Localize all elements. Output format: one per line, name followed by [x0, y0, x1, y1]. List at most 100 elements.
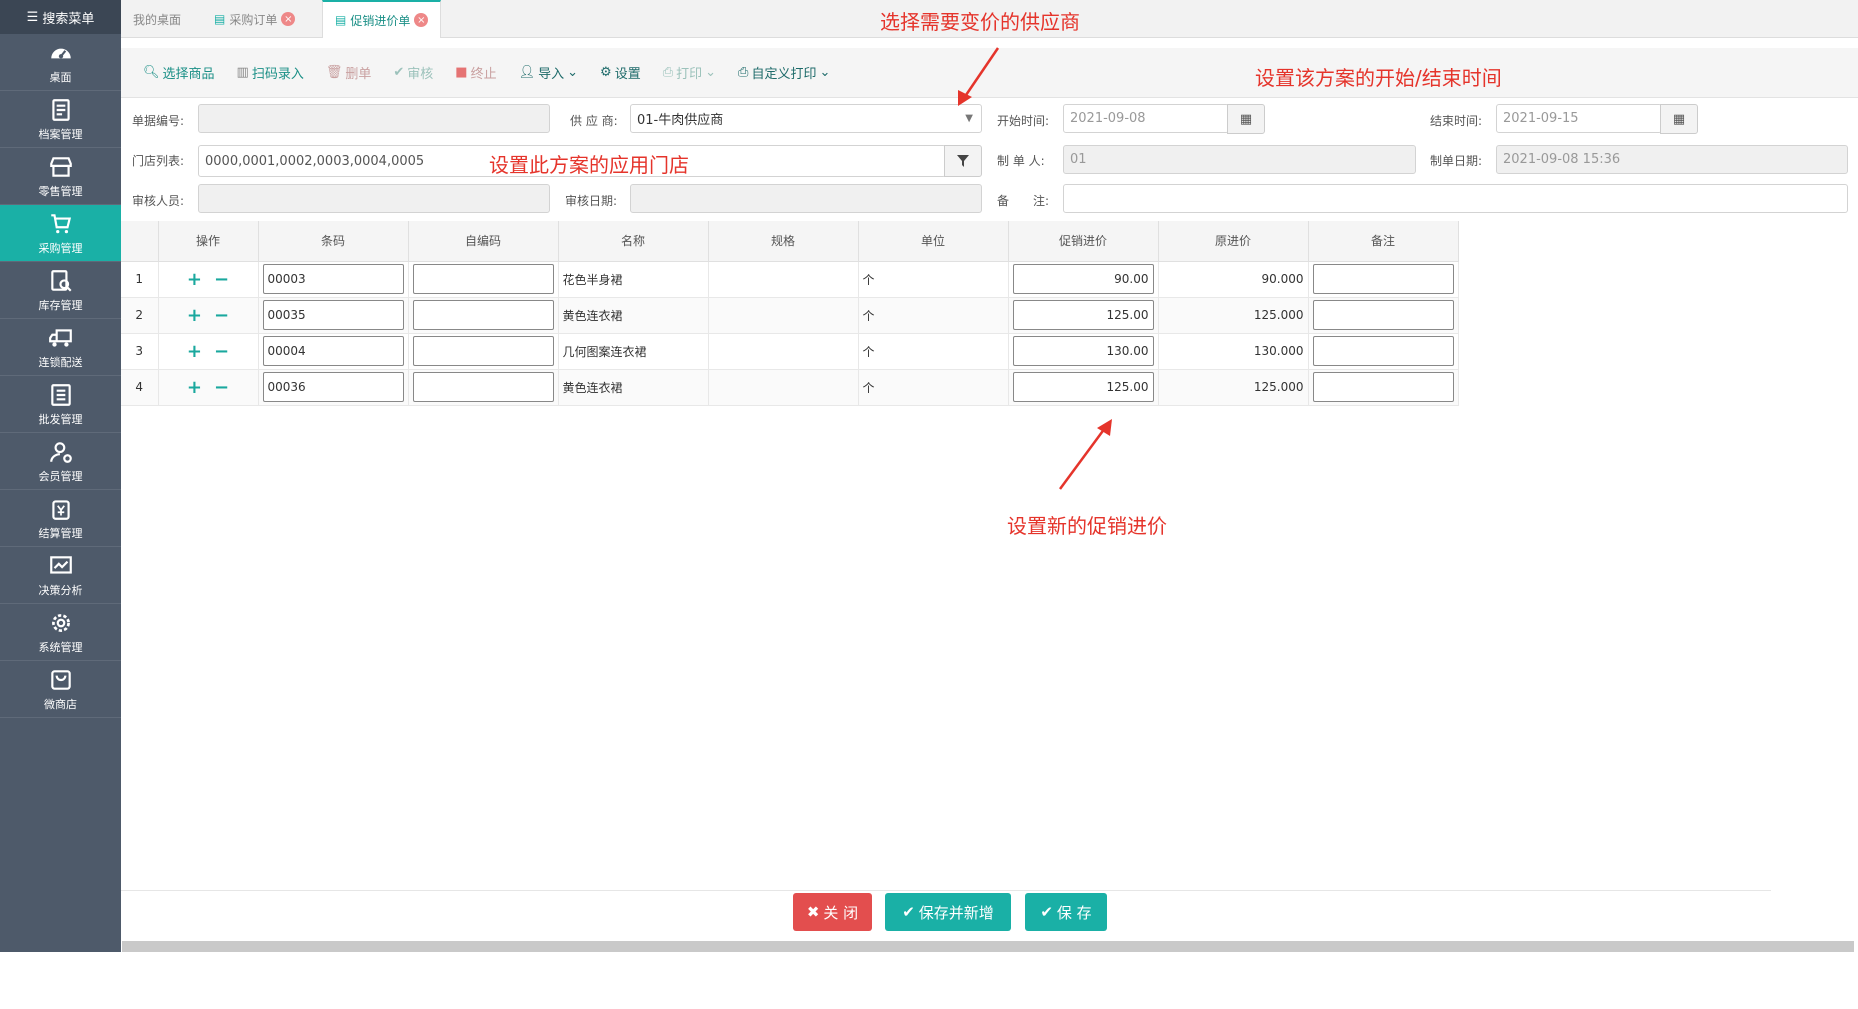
self-code-input[interactable]	[412, 264, 554, 294]
remark-cell-input[interactable]	[1312, 372, 1454, 402]
supplier-value: 01-牛肉供应商	[637, 113, 724, 128]
promo-price-input[interactable]: 130.00	[1012, 336, 1154, 366]
audit-button[interactable]: ✔ 审核	[393, 63, 433, 82]
sidebar-item-system[interactable]: 系统管理	[0, 604, 121, 661]
check-icon: ✔	[902, 903, 915, 921]
audit-date-input	[630, 184, 982, 213]
sidebar-item-retail[interactable]: 零售管理	[0, 148, 121, 205]
scan-entry-button[interactable]: ▥ 扫码录入	[237, 63, 304, 82]
delete-button[interactable]: 🗑︎ 删单	[326, 63, 372, 82]
sidebar-item-member[interactable]: 会员管理	[0, 433, 121, 490]
end-time-label: 结束时间:	[1430, 114, 1483, 128]
sidebar-item-inventory[interactable]: 库存管理	[0, 262, 121, 319]
filter-icon	[957, 155, 969, 167]
goods-name: 黄色连衣裙	[558, 297, 709, 334]
header-promo-price: 促销进价	[1008, 221, 1159, 262]
add-row-icon[interactable]: +	[187, 341, 202, 362]
table-row: 3 + − 00004 几何图案连衣裙 个 130.00 130.000	[121, 333, 1459, 370]
remark-cell-input[interactable]	[1312, 264, 1454, 294]
check-icon: ✔	[393, 65, 405, 80]
settings-button[interactable]: ⚙ 设置	[600, 63, 641, 82]
sidebar-item-purchase[interactable]: 采购管理	[0, 205, 121, 262]
check-icon: ✔	[1040, 903, 1053, 921]
table-row: 4 + − 00036 黄色连衣裙 个 125.00 125.000	[121, 369, 1459, 406]
barcode-icon: ▥	[236, 65, 249, 80]
supplier-select[interactable]: 01-牛肉供应商 ▼	[630, 104, 982, 133]
promo-price-input[interactable]: 90.00	[1012, 264, 1154, 294]
goods-unit: 个	[858, 297, 1009, 334]
remark-cell-input[interactable]	[1312, 300, 1454, 330]
sidebar-item-label: 微商店	[44, 697, 77, 711]
remove-row-icon[interactable]: −	[214, 377, 229, 398]
sidebar-item-desktop[interactable]: 桌面	[0, 34, 121, 91]
add-row-icon[interactable]: +	[187, 269, 202, 290]
table-row: 2 + − 00035 黄色连衣裙 个 125.00 125.000	[121, 297, 1459, 334]
horizontal-scrollbar[interactable]	[122, 941, 1854, 952]
original-price: 125.000	[1158, 369, 1309, 406]
barcode-input[interactable]: 00035	[262, 300, 404, 330]
sidebar-item-settlement[interactable]: 结算管理	[0, 490, 121, 547]
end-time-input[interactable]: 2021-09-15	[1496, 104, 1662, 133]
terminate-button[interactable]: ■ 终止	[455, 63, 496, 82]
close-icon[interactable]: ×	[414, 13, 429, 27]
doc-no-input[interactable]	[198, 104, 550, 133]
goods-unit: 个	[858, 369, 1009, 406]
calendar-icon: ▦	[1239, 111, 1253, 127]
store-filter-button[interactable]	[944, 145, 982, 177]
start-calendar-button[interactable]: ▦	[1227, 104, 1265, 134]
import-button[interactable]: 👤︎ 导入 ⌄	[519, 63, 578, 82]
start-time-input[interactable]: 2021-09-08	[1063, 104, 1229, 133]
goods-table: 操作 条码 自编码 名称 规格 单位 促销进价 原进价 备注 1 + − 0000…	[121, 221, 1459, 406]
make-date-label: 制单日期:	[1430, 154, 1483, 168]
self-code-input[interactable]	[412, 372, 554, 402]
sidebar-item-label: 决策分析	[38, 583, 83, 597]
sidebar-item-microshop[interactable]: 微商店	[0, 661, 121, 718]
gear-icon	[51, 613, 70, 632]
tab-promo-price[interactable]: ▤ 促销进价单 ×	[322, 0, 442, 38]
save-button[interactable]: ✔ 保 存	[1025, 893, 1107, 931]
select-goods-button[interactable]: 🔍︎ 选择商品	[143, 63, 215, 82]
close-icon[interactable]: ×	[281, 12, 296, 26]
goods-name: 黄色连衣裙	[558, 369, 709, 406]
search-menu-button[interactable]: ☰ 搜索菜单	[0, 0, 121, 34]
close-icon: ✖	[806, 903, 820, 921]
custom-print-button[interactable]: ⎙ 自定义打印 ⌄	[738, 63, 830, 82]
original-price: 130.000	[1158, 333, 1309, 370]
sidebar-item-distribution[interactable]: 连锁配送	[0, 319, 121, 376]
remove-row-icon[interactable]: −	[214, 269, 229, 290]
stop-icon: ■	[455, 65, 468, 80]
custom-print-label: 自定义打印	[751, 67, 817, 82]
barcode-input[interactable]: 00003	[262, 264, 404, 294]
save-and-new-button[interactable]: ✔ 保存并新增	[885, 893, 1011, 931]
promo-price-input[interactable]: 125.00	[1012, 372, 1154, 402]
sidebar-item-archive[interactable]: 档案管理	[0, 91, 121, 148]
dashboard-icon	[50, 48, 71, 58]
sidebar-item-label: 系统管理	[38, 640, 83, 654]
remark-input[interactable]	[1063, 184, 1848, 213]
remove-row-icon[interactable]: −	[214, 305, 229, 326]
sidebar-item-analysis[interactable]: 决策分析	[0, 547, 121, 604]
audit-date-label: 审核日期:	[565, 194, 618, 208]
barcode-input[interactable]: 00036	[262, 372, 404, 402]
annotation-time: 设置该方案的开始/结束时间	[1255, 66, 1502, 90]
add-row-icon[interactable]: +	[187, 377, 202, 398]
close-button[interactable]: ✖ 关 闭	[793, 893, 872, 931]
wholesale-icon	[50, 383, 71, 406]
promo-price-input[interactable]: 125.00	[1012, 300, 1154, 330]
terminate-label: 终止	[470, 67, 497, 82]
end-calendar-button[interactable]: ▦	[1660, 104, 1698, 134]
print-button[interactable]: ⎙ 打印 ⌄	[663, 63, 716, 82]
remove-row-icon[interactable]: −	[214, 341, 229, 362]
tab-purchase-order[interactable]: ▤ 采购订单 ×	[202, 0, 307, 38]
printer-icon: ⎙	[662, 65, 674, 80]
goods-name: 几何图案连衣裙	[558, 333, 709, 370]
barcode-input[interactable]: 00004	[262, 336, 404, 366]
tab-label: 促销进价单	[350, 13, 411, 28]
remark-cell-input[interactable]	[1312, 336, 1454, 366]
self-code-input[interactable]	[412, 336, 554, 366]
tab-my-desktop[interactable]: 我的桌面	[121, 0, 193, 38]
sidebar-item-wholesale[interactable]: 批发管理	[0, 376, 121, 433]
add-row-icon[interactable]: +	[187, 305, 202, 326]
member-icon	[49, 441, 72, 463]
self-code-input[interactable]	[412, 300, 554, 330]
